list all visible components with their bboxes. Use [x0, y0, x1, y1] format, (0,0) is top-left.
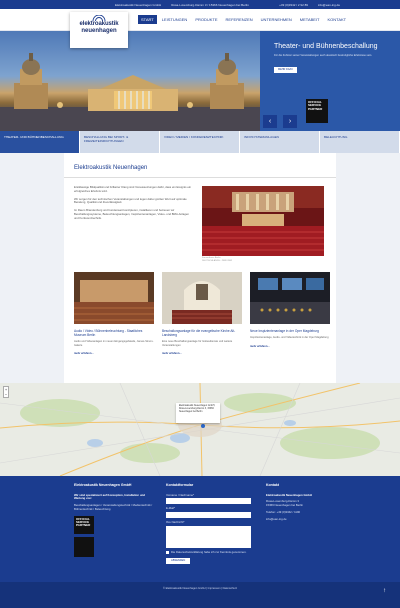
site-logo[interactable]: elektroakustik neuenhagen	[70, 12, 128, 48]
intro-p1: Erstklassige Bildqualität und brillanter…	[74, 185, 192, 193]
tab-sport[interactable]: BESCHALLUNG BEI SPORT- & FREIZEITEINRICH…	[80, 131, 160, 153]
tab-beleuchtung[interactable]: BELEUCHTUNG	[320, 131, 400, 153]
form-title: Kontaktformular	[166, 483, 194, 487]
footer-company-column: Elektroakustik Neuenhagen GmbH Wir sind …	[74, 483, 154, 557]
hall-caption: Konzerthaus Berlin	[202, 257, 221, 259]
tab-video[interactable]: VIDEO / MEDIEN / KONFERENZTECHNIK	[160, 131, 240, 153]
hero-more-button[interactable]: MEHR DAZU	[274, 66, 297, 73]
footer-services: Beschallungsanlagen / Veranstaltungstech…	[74, 503, 153, 511]
copyright-text: © Elektroakustik Neuenhagen GmbH | Impre…	[162, 587, 238, 590]
intro-p2: Wir sorgen für den technischen Veranstal…	[74, 196, 187, 205]
reference-cards: Audio / Video / Bühnenbeleuchtung - Staa…	[64, 262, 336, 355]
hero-slider: Theater- und Bühnenbeschallung Für die Z…	[0, 31, 400, 131]
hero-image-gendarmenmarkt	[0, 31, 260, 131]
hero-panel: Theater- und Bühnenbeschallung Für die Z…	[260, 31, 400, 131]
reference-card: Neue Inspizientenanlage in der Oper Magd…	[250, 272, 330, 355]
scroll-up-icon[interactable]: ↑	[383, 588, 386, 594]
card-more-link[interactable]: mehr erfahren...	[74, 352, 154, 355]
nav-unternehmen[interactable]: UNTERNEHMEN	[258, 15, 295, 24]
card-more-link[interactable]: mehr erfahren...	[250, 345, 330, 348]
map-zoom-out-button[interactable]: −	[4, 392, 8, 397]
contact-email[interactable]: info@ean-ing.de	[266, 517, 346, 522]
footer-company-title: Elektroakustik Neuenhagen GmbH	[74, 483, 132, 487]
tab-infosystem[interactable]: INFOSYSTEMANLAGEN	[240, 131, 320, 153]
message-textarea[interactable]	[166, 525, 251, 548]
hero-title: Theater- und Bühnenbeschallung	[274, 43, 378, 50]
nav-start[interactable]: START	[138, 15, 157, 24]
copyright-bar: © Elektroakustik Neuenhagen GmbH | Impre…	[0, 582, 400, 608]
nav-metabeit[interactable]: METABEIT	[297, 15, 323, 24]
intro-p3: Im Raum Brandenburg und bundesweit konzi…	[74, 208, 190, 220]
card-text: Inspizientenanlage, Audio- und Videotech…	[250, 336, 329, 339]
hero-service-partner-badge: OFFICIAL SERVICE PARTNER	[306, 99, 328, 123]
card-text: Audio und Videoanlagen im neuen Eingangs…	[74, 340, 154, 347]
nav-kontakt[interactable]: KONTAKT	[325, 15, 350, 24]
tab-theater[interactable]: THEATER- UND BÜHNENBESCHALLUNG	[0, 131, 80, 153]
hero-next-button[interactable]: ›	[283, 115, 297, 128]
topbar-email[interactable]: info@ean-ing.de	[318, 3, 340, 7]
concert-hall-image	[202, 186, 324, 256]
footer-tagline: Wir sind spezialisiert auf Konzeption, I…	[74, 492, 145, 501]
main-content: Elektroakustik Neuenhagen Erstklassige B…	[64, 153, 336, 383]
privacy-text: Die Datenschutzerklärung habe ich zur Ke…	[171, 549, 247, 554]
nav-leistungen[interactable]: LEISTUNGEN	[159, 15, 191, 24]
name-label: Vorname / Nachname*	[166, 492, 195, 497]
email-label: E-Mail*	[166, 506, 176, 511]
reference-card: Audio / Video / Bühnenbeleuchtung - Staa…	[74, 272, 154, 355]
contact-city: 15366 Neuenhagen bei Berlin	[266, 503, 304, 508]
church-image	[162, 272, 242, 324]
footer-contact-column: Kontakt Elektroakustik Neuenhagen GmbH R…	[266, 483, 346, 522]
site-header: elektroakustik neuenhagen START LEISTUNG…	[0, 9, 400, 48]
name-input[interactable]	[166, 498, 251, 505]
map-zoom-controls: + −	[3, 386, 9, 398]
hero-prev-button[interactable]: ‹	[263, 115, 277, 128]
museum-image	[74, 272, 154, 324]
card-more-link[interactable]: mehr erfahren...	[162, 352, 242, 355]
contact-title: Kontakt	[266, 483, 280, 487]
control-room-image	[250, 272, 330, 324]
contact-phone[interactable]: Telefon: +49 (0)3342 / 1190	[266, 510, 346, 515]
contact-company: Elektroakustik Neuenhagen GmbH	[266, 492, 312, 497]
topbar-company: Elektroakustik Neuenhagen GmbH	[115, 2, 162, 7]
reference-card: Beschallungsanlage für die evangelische …	[162, 272, 242, 355]
logo-line2: neuenhagen	[81, 28, 117, 34]
topbar-phone[interactable]: +49 (0)3342 / 2 92 89	[279, 3, 308, 7]
privacy-checkbox[interactable]	[166, 551, 169, 555]
message-label: Ihre Nachricht*	[166, 520, 185, 525]
nav-referenzen[interactable]: REFERENZEN	[223, 15, 256, 24]
card-title: Neue Inspizientenanlage in der Oper Magd…	[250, 329, 319, 333]
card-text: Eine neue Beschallungsanlage für Gottesd…	[162, 340, 233, 347]
nav-produkte[interactable]: PRODUKTE	[192, 15, 220, 24]
intro-text: Erstklassige Bildqualität und brillanter…	[74, 185, 194, 262]
privacy-row: Die Datenschutzerklärung habe ich zur Ke…	[166, 549, 258, 555]
map-location-popup: Elektroakustik Neuenhagen GmbH, Rosa-Lux…	[176, 403, 220, 423]
category-tabs: THEATER- UND BÜHNENBESCHALLUNG BESCHALLU…	[0, 131, 400, 153]
card-title: Audio / Video / Bühnenbeleuchtung - Staa…	[74, 329, 143, 337]
logo-line1: elektroakustik	[79, 21, 119, 27]
footer-certificate-badge	[74, 536, 94, 557]
send-button[interactable]: ABSENDEN	[166, 557, 191, 565]
email-input[interactable]	[166, 512, 251, 519]
top-contact-bar: Elektroakustik Neuenhagen GmbH Rosa-Luxe…	[0, 0, 400, 9]
hall-dots: DEUTSCHLANDS - ZERODB2	[202, 260, 233, 262]
card-title: Beschallungsanlage für die evangelische …	[162, 329, 236, 337]
site-footer: Elektroakustik Neuenhagen GmbH Wir sind …	[0, 476, 400, 596]
footer-service-partner-badge: OFFICIAL SERVICE PARTNER	[74, 515, 94, 534]
hero-text: Für die Zuhörer seiner Veranstaltungen a…	[274, 54, 373, 57]
footer-contact-form: Kontaktformular Vorname / Nachname* E-Ma…	[166, 483, 258, 565]
intro-section: Erstklassige Bildqualität und brillanter…	[64, 185, 336, 262]
topbar-address: Rosa-Luxemburg-Damm 3 / 15366 Neuenhagen…	[171, 2, 249, 7]
location-map[interactable]: + − Elektroakustik Neuenhagen GmbH, Rosa…	[0, 383, 400, 476]
page-title: Elektroakustik Neuenhagen	[64, 153, 336, 178]
main-nav: START LEISTUNGEN PRODUKTE REFERENZEN UNT…	[138, 15, 349, 24]
